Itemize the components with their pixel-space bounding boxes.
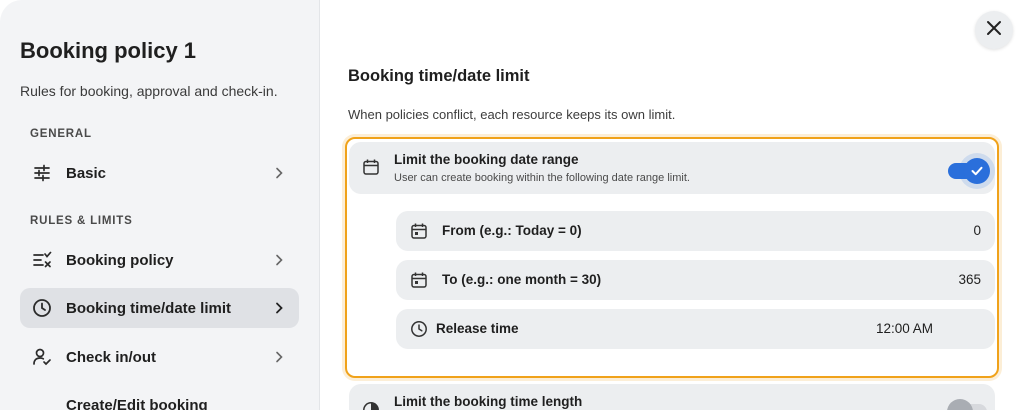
chevron-right-icon [271, 252, 287, 268]
from-label: From (e.g.: Today = 0) [442, 223, 582, 238]
chevron-right-icon [271, 349, 287, 365]
sliders-icon [31, 162, 53, 184]
sidebar-item-label: Basic [66, 164, 107, 182]
policy-subtitle: Rules for booking, approval and check-in… [20, 83, 278, 99]
checklist-icon [31, 249, 53, 271]
policy-title: Booking policy 1 [20, 38, 197, 63]
section-general-label: GENERAL [30, 128, 92, 140]
to-label: To (e.g.: one month = 30) [442, 272, 602, 287]
chevron-right-icon [271, 165, 287, 181]
sidebar-item-label: Create/Edit booking [66, 396, 208, 410]
sidebar-item-create-edit-booking[interactable]: Create/Edit booking [20, 385, 299, 410]
clock-icon [31, 297, 53, 319]
sidebar-item-check-in-out[interactable]: Check in/out [20, 337, 299, 377]
date-range-toggle[interactable] [948, 158, 990, 184]
release-time-value[interactable]: 12:00 AM [876, 321, 933, 336]
close-icon [986, 20, 1002, 41]
main-panel: Booking time/date limit When policies co… [321, 0, 1024, 410]
time-length-toggle[interactable] [947, 399, 987, 410]
check-icon [971, 166, 983, 176]
to-field[interactable]: To (e.g.: one month = 30) 365 [396, 260, 995, 300]
toggle-knob [964, 158, 990, 184]
date-range-title: Limit the booking date range [394, 152, 579, 167]
section-rules-label: RULES & LIMITS [30, 215, 133, 227]
from-field[interactable]: From (e.g.: Today = 0) 0 [396, 211, 995, 251]
calendar-day-icon [410, 222, 428, 240]
date-range-card: Limit the booking date range User can cr… [349, 142, 995, 194]
toggle-knob [947, 399, 973, 410]
sidebar: Booking policy 1 Rules for booking, appr… [0, 0, 320, 410]
clock-icon [410, 320, 428, 338]
calendar-day-icon [410, 271, 428, 289]
timer-icon [362, 401, 382, 410]
release-time-field[interactable]: Release time 12:00 AM [396, 309, 995, 349]
close-button[interactable] [975, 11, 1013, 49]
sidebar-item-label: Check in/out [66, 348, 157, 366]
sidebar-item-label: Booking policy [66, 251, 174, 269]
edit-icon [31, 394, 53, 410]
time-length-card: Limit the booking time length [349, 384, 995, 410]
to-value[interactable]: 365 [958, 272, 981, 287]
sidebar-item-basic[interactable]: Basic [20, 153, 299, 193]
sidebar-item-label: Booking time/date limit [66, 299, 232, 317]
page-description: When policies conflict, each resource ke… [348, 107, 676, 122]
date-range-subtitle: User can create booking within the follo… [394, 172, 690, 184]
calendar-icon [362, 158, 382, 178]
user-check-icon [31, 346, 53, 368]
sidebar-item-booking-time-date-limit[interactable]: Booking time/date limit [20, 288, 299, 328]
release-time-label: Release time [436, 321, 519, 336]
chevron-right-icon [271, 300, 287, 316]
time-length-title: Limit the booking time length [394, 394, 583, 409]
from-value[interactable]: 0 [973, 223, 981, 238]
page-title: Booking time/date limit [348, 67, 530, 85]
sidebar-item-booking-policy[interactable]: Booking policy [20, 240, 299, 280]
